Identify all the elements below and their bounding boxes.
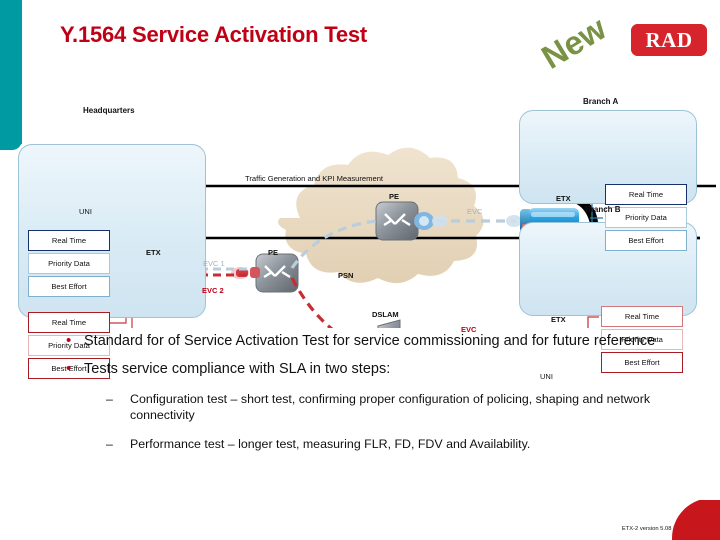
label-etx-branch-a: ETX <box>556 194 571 203</box>
page-title: Y.1564 Service Activation Test <box>60 22 368 47</box>
psn-path-red <box>290 277 334 328</box>
label-branch-a: Branch A <box>583 97 619 106</box>
label-etx-hq: ETX <box>146 248 161 257</box>
footer-corner-decoration <box>668 500 720 540</box>
pe-router-left <box>250 253 299 293</box>
label-evc-1: EVC 1 <box>203 259 225 268</box>
new-badge-label: New <box>535 9 613 76</box>
label-traffic-generation: Traffic Generation and KPI Measurement <box>245 174 384 183</box>
hq-cos-realtime-red: Real Time <box>28 312 110 333</box>
label-pe-left: PE <box>268 248 279 257</box>
hq-cos-realtime: Real Time <box>28 230 110 251</box>
slide-canvas: Y.1564 Service Activation Test New RAD R… <box>0 0 720 540</box>
label-dslam: DSLAM <box>372 310 399 319</box>
label-branch-b: Branch B <box>585 205 621 214</box>
bullet-list: Standard for of Service Activation Test … <box>60 331 700 453</box>
branch-a-cos-best-effort: Best Effort <box>605 230 687 251</box>
hq-cos-priority-data: Priority Data <box>28 253 110 274</box>
branch-a-cos-realtime: Real Time <box>605 184 687 205</box>
hq-cos-best-effort: Best Effort <box>28 276 110 297</box>
label-headquarters: Headquarters <box>83 106 135 115</box>
bullet-subitem-2: Performance test – longer test, measurin… <box>102 436 700 452</box>
label-pe-top: PE <box>389 192 400 201</box>
new-badge: New <box>524 9 624 76</box>
label-evc-branch-a: EVC <box>467 207 483 216</box>
network-diagram: Real Time Priority Data Best Effort Real… <box>0 78 720 381</box>
label-psn: PSN <box>338 271 354 280</box>
branch-b-cos-realtime: Real Time <box>601 306 683 327</box>
bullet-item-1: Standard for of Service Activation Test … <box>60 331 700 351</box>
branch-b-links <box>587 316 599 328</box>
rad-logo: RAD <box>631 24 707 56</box>
dslam-device <box>377 319 401 328</box>
label-etx-branch-b: ETX <box>551 315 566 324</box>
rad-logo-label: RAD <box>645 27 693 52</box>
label-uni-hq: UNI <box>79 207 92 216</box>
bullet-subitem-1: Configuration test – short test, confirm… <box>102 391 700 423</box>
bullet-item-2: Tests service compliance with SLA in two… <box>60 359 700 379</box>
label-evc-2: EVC 2 <box>202 286 224 295</box>
